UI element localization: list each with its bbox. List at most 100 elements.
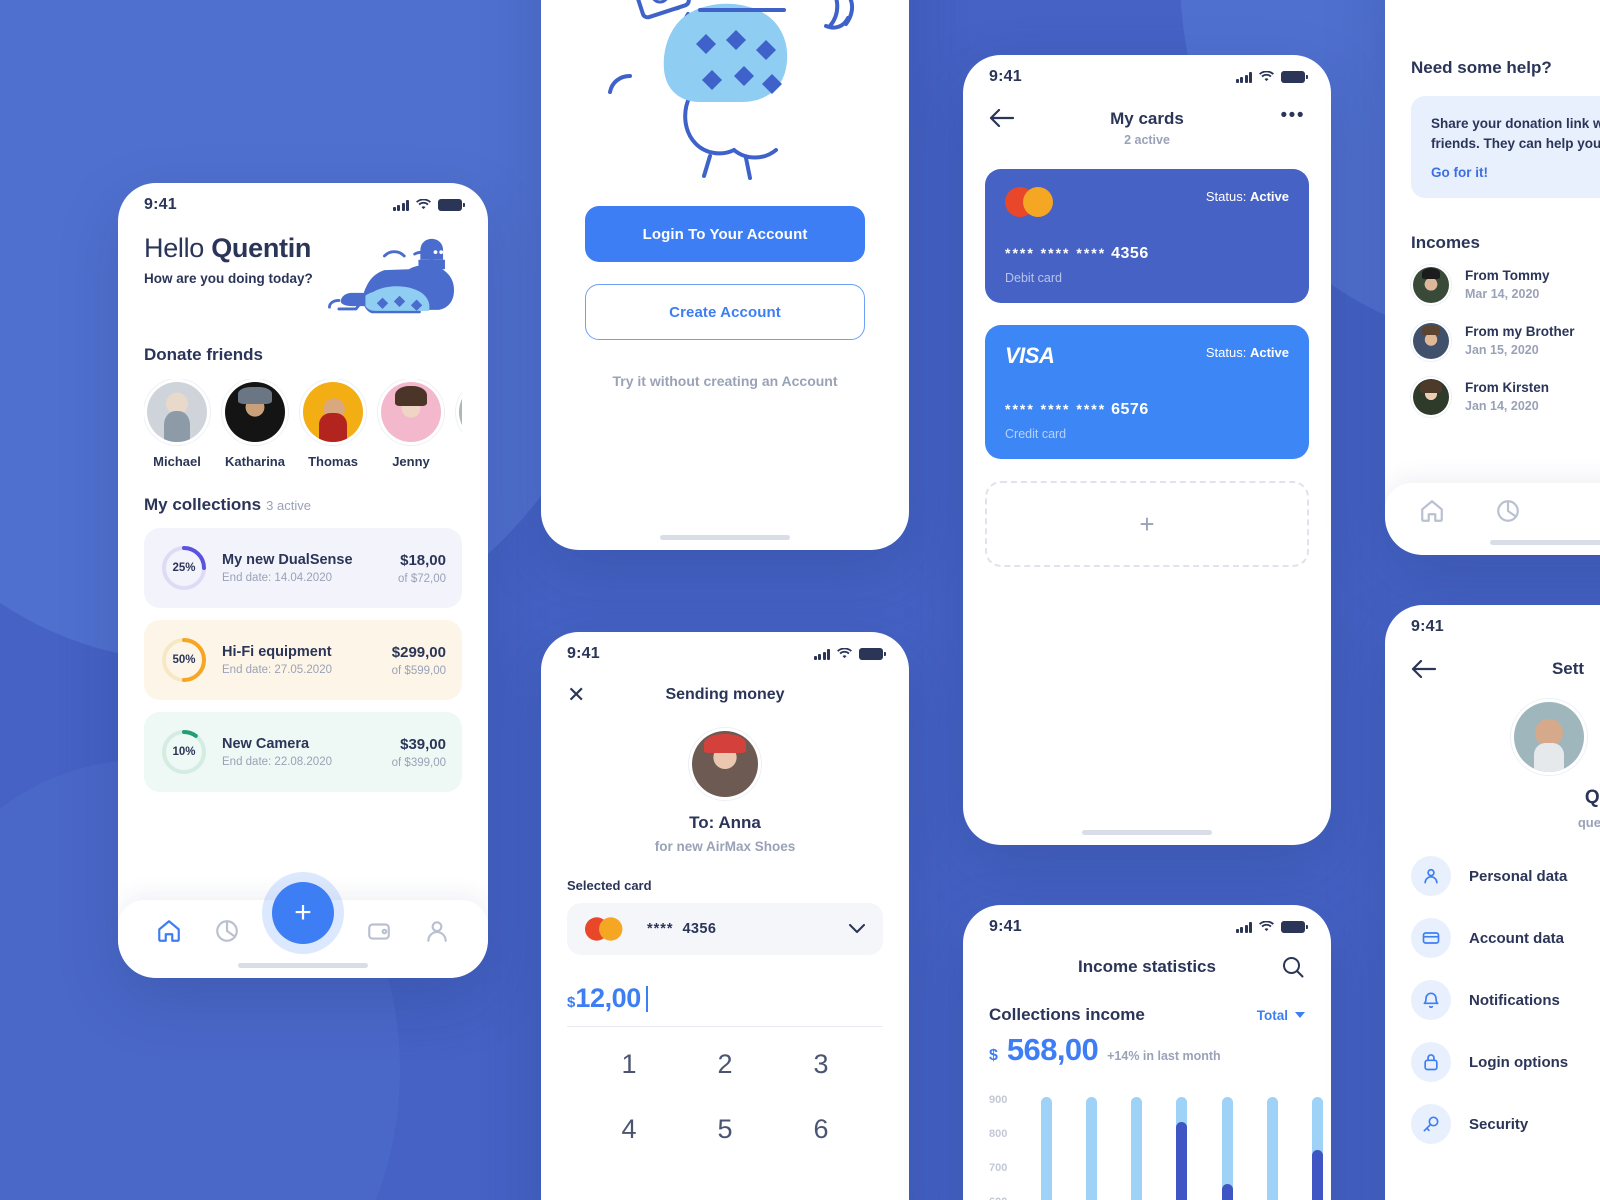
collection-goal: of $72,00 (398, 572, 446, 585)
friend-item[interactable]: Ale (456, 379, 462, 469)
collection-goal: of $599,00 (391, 664, 446, 677)
friend-name: Ale (456, 454, 462, 469)
card-icon (1411, 918, 1451, 958)
home-indicator (660, 535, 790, 540)
status-bar: 9:41 (541, 632, 909, 676)
wifi-icon (837, 648, 852, 659)
status-icons (813, 648, 886, 660)
key-3[interactable]: 3 (773, 1049, 869, 1080)
help-link[interactable]: Go for it! (1431, 165, 1600, 180)
home-icon[interactable] (156, 918, 182, 944)
friend-item[interactable]: Jenny (378, 379, 444, 469)
add-button[interactable]: + (272, 882, 334, 944)
close-icon[interactable]: ✕ (567, 684, 593, 706)
bar-group (1311, 1092, 1323, 1200)
income-change: +14% in last month (1107, 1049, 1221, 1063)
page-title: Sending money (665, 686, 785, 703)
home-icon[interactable] (1419, 498, 1445, 524)
collection-row[interactable]: 25% My new DualSense End date: 14.04.202… (144, 528, 462, 608)
collection-row[interactable]: 10% New Camera End date: 22.08.2020 $39,… (144, 712, 462, 792)
filter-dropdown[interactable]: Total (1257, 1008, 1305, 1023)
card-type: Debit card (1005, 271, 1062, 285)
settings-item-login-options[interactable]: Login options (1411, 1042, 1600, 1082)
collections-count: 3 active (266, 498, 311, 513)
chart-bars (1041, 1092, 1323, 1200)
settings-item-account-data[interactable]: Account data (1411, 918, 1600, 958)
avatar (1411, 320, 1451, 361)
progress-ring: 10% (160, 728, 208, 776)
chart-pie-icon[interactable] (1495, 498, 1521, 524)
signal-icon (1235, 71, 1252, 83)
collection-end-date: End date: 27.05.2020 (222, 664, 332, 676)
login-button[interactable]: Login To Your Account (585, 206, 865, 262)
collection-goal: of $399,00 (391, 756, 446, 769)
avatar (144, 379, 210, 445)
arrow-left-icon[interactable] (989, 109, 1015, 127)
currency-symbol: $ (567, 994, 576, 1011)
collection-row[interactable]: 50% Hi-Fi equipment End date: 27.05.2020… (144, 620, 462, 700)
wallet-icon[interactable] (366, 918, 392, 944)
home-indicator (1082, 830, 1212, 835)
settings-item-label: Login options (1469, 1053, 1569, 1071)
bar-group (1131, 1092, 1143, 1200)
friend-item[interactable]: Michael (144, 379, 210, 469)
card-number: **** **** **** 4356 (1005, 245, 1149, 262)
text-caret (645, 985, 648, 1012)
friend-name: Thomas (308, 454, 358, 469)
income-row[interactable]: From my Brother Jan 15, 2020 (1411, 320, 1600, 361)
y-tick-label: 600 (989, 1196, 1007, 1200)
home-indicator (1490, 540, 1600, 545)
settings-item-security[interactable]: Security (1411, 1104, 1600, 1144)
selected-card-dropdown[interactable]: **** 4356 (567, 903, 883, 955)
status-icons (1235, 71, 1308, 83)
bar-group (1086, 1092, 1098, 1200)
key-2[interactable]: 2 (677, 1049, 773, 1080)
card-item-mastercard[interactable]: Status: Active **** **** **** 4356 Debit… (985, 169, 1309, 303)
key-6[interactable]: 6 (773, 1114, 869, 1145)
add-card-button[interactable]: + (985, 481, 1309, 567)
hero-illustration-icon (328, 238, 455, 314)
page-title: Sett (1551, 659, 1585, 678)
collection-end-date: End date: 22.08.2020 (222, 756, 332, 768)
status-time: 9:41 (144, 196, 177, 213)
y-tick-label: 900 (989, 1094, 1008, 1106)
collection-title: Hi-Fi equipment (222, 644, 332, 660)
income-row[interactable]: From Tommy Mar 14, 2020 (1411, 264, 1600, 305)
search-icon[interactable] (1281, 955, 1305, 979)
status-bar: 9:41 (963, 55, 1331, 99)
user-email: quentin.tino (1577, 815, 1600, 830)
card-item-visa[interactable]: VISA Status: Active **** **** **** 6576 … (985, 325, 1309, 459)
settings-item-personal-data[interactable]: Personal data (1411, 856, 1600, 896)
income-bar-chart: 900 800 700 600 (963, 1092, 1331, 1200)
create-account-button[interactable]: Create Account (585, 284, 865, 340)
key-5[interactable]: 5 (677, 1114, 773, 1145)
arrow-left-icon[interactable] (1411, 660, 1437, 678)
battery-icon (438, 199, 465, 211)
bar-group (1041, 1092, 1052, 1200)
key-1[interactable]: 1 (581, 1049, 677, 1080)
greeting-row: Hello Quentin How are you doing today? (144, 233, 462, 327)
help-title: Need some help? (1411, 58, 1552, 77)
incomes-title: Incomes (1411, 232, 1480, 252)
screen-income-statistics: 9:41 Income statistics Collections incom… (963, 905, 1331, 1200)
settings-item-notifications[interactable]: Notifications (1411, 980, 1600, 1020)
chart-pie-icon[interactable] (214, 918, 240, 944)
more-horizontal-icon[interactable]: ••• (1279, 106, 1305, 125)
income-row[interactable]: From Kirsten Jan 14, 2020 (1411, 376, 1600, 417)
friends-list[interactable]: Michael Katharina Thomas Jenny Ale (144, 379, 462, 469)
card-status: Status: Active (1205, 189, 1289, 204)
friend-item[interactable]: Thomas (300, 379, 366, 469)
avatar (1411, 264, 1451, 305)
friend-item[interactable]: Katharina (222, 379, 288, 469)
income-date: Jan 15, 2020 (1465, 343, 1539, 357)
income-total: 568,00 (1006, 1032, 1099, 1067)
battery-icon (1281, 71, 1308, 83)
profile-icon[interactable] (424, 918, 450, 944)
numeric-keypad[interactable]: 1 2 3 4 5 6 (541, 1049, 909, 1145)
amount-input[interactable]: $ 12,00 (567, 983, 883, 1027)
guest-link[interactable]: Try it without creating an Account (585, 373, 865, 389)
key-4[interactable]: 4 (581, 1114, 677, 1145)
settings-list: Personal data Account data Notifications… (1385, 856, 1600, 1144)
status-bar: 9:41 (118, 183, 488, 227)
chevron-down-icon[interactable] (849, 924, 865, 934)
